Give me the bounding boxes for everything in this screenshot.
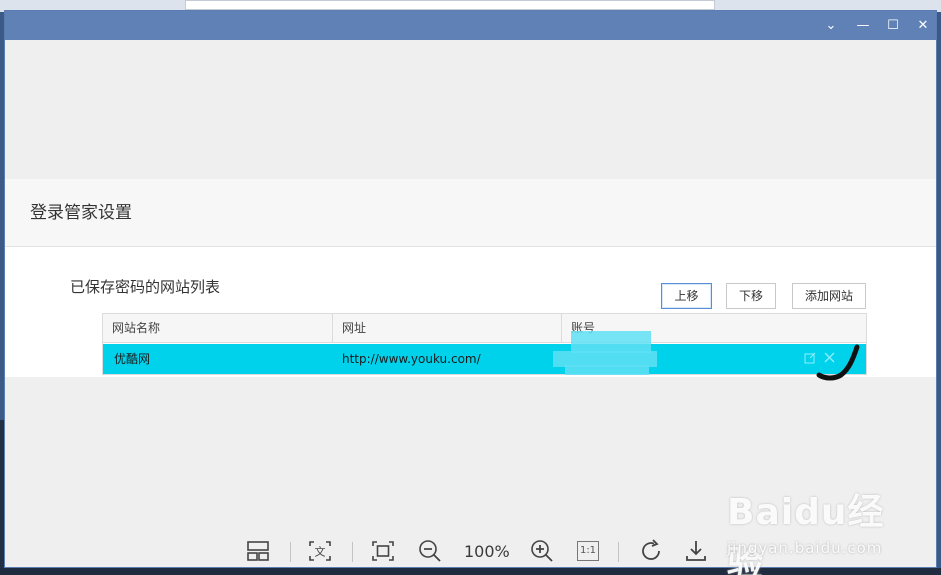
watermark-main: Baidu经验 bbox=[727, 492, 885, 575]
fit-screen-icon[interactable] bbox=[365, 533, 401, 569]
dialog-title: 登录管家设置 bbox=[30, 203, 132, 223]
zoom-level: 100% bbox=[464, 542, 510, 561]
viewer-toolbar: 文 100% 1:1 bbox=[240, 533, 720, 573]
url-cell: http://www.youku.com/ bbox=[342, 352, 481, 366]
background-window bbox=[185, 0, 715, 10]
baidu-jingyan-watermark: Baidu经验 jingyan.baidu.com bbox=[727, 481, 902, 575]
move-down-button[interactable]: 下移 bbox=[726, 283, 776, 309]
column-header-url[interactable]: 网址 bbox=[332, 314, 561, 343]
actual-size-label: 1:1 bbox=[577, 541, 599, 561]
account-blur bbox=[565, 365, 649, 375]
zoom-out-icon[interactable] bbox=[412, 533, 448, 569]
image-viewer-window: ⌄ — ☐ ✕ 登录管家设置 已保存密码的网站列表 上移 下移 添加网站 网站名… bbox=[4, 10, 937, 575]
rotate-icon[interactable] bbox=[633, 533, 669, 569]
annotation-scribble bbox=[816, 344, 860, 381]
toolbar-divider bbox=[352, 542, 353, 562]
close-button[interactable]: ✕ bbox=[914, 17, 932, 35]
saved-sites-table: 网站名称 网址 账号 优酷网 http://www.youku.com/ bbox=[102, 313, 867, 375]
column-header-site-name[interactable]: 网站名称 bbox=[103, 314, 332, 343]
account-blur bbox=[571, 331, 651, 353]
site-name-cell: 优酷网 bbox=[114, 352, 151, 366]
layout-icon[interactable] bbox=[240, 533, 276, 569]
dialog-header: 登录管家设置 bbox=[5, 179, 936, 247]
text-extract-icon[interactable]: 文 bbox=[302, 533, 338, 569]
zoom-in-icon[interactable] bbox=[524, 533, 560, 569]
download-icon[interactable] bbox=[678, 533, 714, 569]
toolbar-divider bbox=[290, 542, 291, 562]
title-bar: ⌄ — ☐ ✕ bbox=[5, 11, 936, 40]
table-row[interactable]: 优酷网 http://www.youku.com/ bbox=[103, 344, 866, 374]
toolbar-divider bbox=[618, 542, 619, 562]
watermark-url: jingyan.baidu.com bbox=[727, 539, 883, 557]
move-up-button[interactable]: 上移 bbox=[661, 283, 712, 309]
add-site-button[interactable]: 添加网站 bbox=[792, 283, 866, 309]
table-header: 网站名称 网址 账号 bbox=[103, 314, 866, 343]
maximize-button[interactable]: ☐ bbox=[884, 17, 902, 35]
collapse-button[interactable]: ⌄ bbox=[822, 17, 840, 35]
minimize-button[interactable]: — bbox=[854, 17, 872, 35]
login-manager-settings-dialog: 登录管家设置 已保存密码的网站列表 上移 下移 添加网站 网站名称 网址 账号 … bbox=[5, 179, 936, 377]
actual-size-icon[interactable]: 1:1 bbox=[570, 533, 606, 569]
saved-sites-label: 已保存密码的网站列表 bbox=[70, 278, 221, 296]
svg-text:文: 文 bbox=[315, 545, 326, 559]
